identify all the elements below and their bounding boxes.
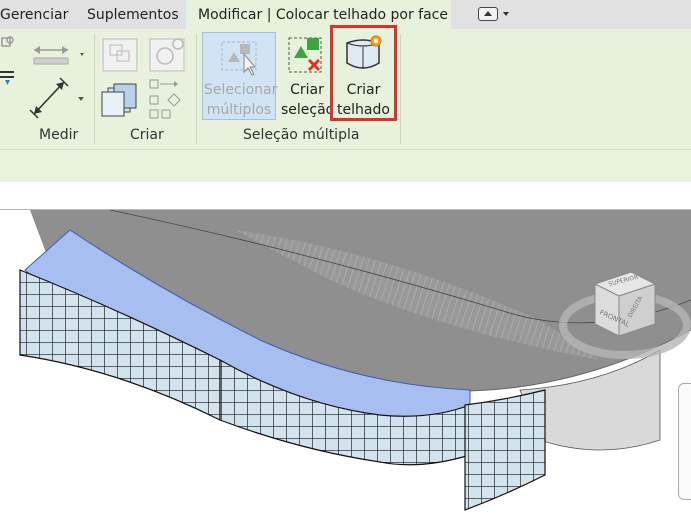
- select-multiple-label-1: Selecionar: [204, 82, 278, 98]
- tab-modify-roof-by-face[interactable]: Modificar | Colocar telhado por face: [186, 0, 451, 29]
- navigation-bar[interactable]: [678, 383, 691, 500]
- partial-tool-icon[interactable]: [0, 34, 16, 94]
- create-selection-icon[interactable]: [285, 34, 329, 78]
- tab-manage[interactable]: Gerenciar: [0, 0, 68, 29]
- options-bar: [0, 149, 691, 182]
- select-multiple-label-2: múltiplos: [206, 102, 272, 118]
- tab-addins[interactable]: Suplementos: [87, 0, 179, 29]
- panel-title-create: Criar: [130, 127, 164, 143]
- panel-divider: [400, 34, 401, 144]
- properties-gap: [0, 182, 691, 209]
- measure-between-refs-icon[interactable]: [30, 38, 90, 78]
- select-multiple-icon: [221, 41, 257, 76]
- create-roof-label-1: Criar: [346, 82, 381, 98]
- panel-title-multi-select: Seleção múltipla: [243, 127, 360, 143]
- chevron-down-icon[interactable]: [503, 12, 509, 16]
- create-roof-label-2: telhado: [337, 102, 390, 118]
- create-tools-icon[interactable]: [100, 36, 192, 122]
- viewcube[interactable]: SUPERIOR FRONTAL DIREITA: [585, 262, 665, 342]
- panel-title-measure: Medir: [39, 127, 79, 143]
- create-roof-icon: [346, 35, 382, 69]
- minimize-ribbon-icon[interactable]: [478, 7, 498, 21]
- panel-divider: [94, 34, 95, 144]
- model-view[interactable]: [0, 210, 691, 526]
- create-selection-label-1[interactable]: Criar: [280, 80, 334, 100]
- panel-divider: [196, 34, 197, 144]
- measure-along-element-icon[interactable]: [28, 76, 90, 120]
- curtain-wall-right[interactable]: [464, 389, 546, 511]
- 3d-viewport[interactable]: SUPERIOR FRONTAL DIREITA: [0, 209, 691, 526]
- create-selection-label-2[interactable]: seleção: [281, 100, 331, 120]
